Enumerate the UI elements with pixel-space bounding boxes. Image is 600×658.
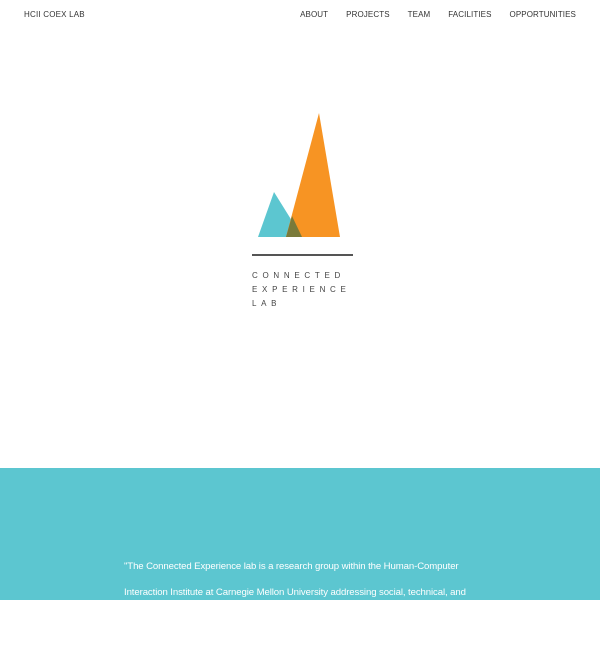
nav-projects[interactable]: PROJECTS: [346, 10, 389, 19]
logo-orange-triangle: [286, 113, 340, 237]
hero-section: [0, 30, 600, 468]
logo-word-lab: LAB: [252, 299, 282, 308]
logo-divider-rule: [252, 254, 353, 256]
about-paragraph: "The Connected Experience lab is a resea…: [124, 560, 466, 650]
about-section: "The Connected Experience lab is a resea…: [0, 468, 600, 650]
top-navigation-bar: HCII COEX LAB ABOUT PROJECTS TEAM FACILI…: [0, 0, 600, 30]
lab-logo-mark-icon: [258, 113, 340, 237]
nav-opportunities[interactable]: OPPORTUNITIES: [510, 10, 577, 19]
brand-link[interactable]: HCII COEX LAB: [24, 10, 85, 19]
logo-word-connected: CONNECTED: [252, 271, 345, 280]
nav-facilities[interactable]: FACILITIES: [448, 10, 491, 19]
logo-wordmark: CONNECTED EXPERIENCE LAB: [252, 269, 351, 311]
logo-word-experience: EXPERIENCE: [252, 285, 351, 294]
main-nav: ABOUT PROJECTS TEAM FACILITIES OPPORTUNI…: [300, 10, 576, 19]
nav-team[interactable]: TEAM: [408, 10, 431, 19]
nav-about[interactable]: ABOUT: [300, 10, 328, 19]
